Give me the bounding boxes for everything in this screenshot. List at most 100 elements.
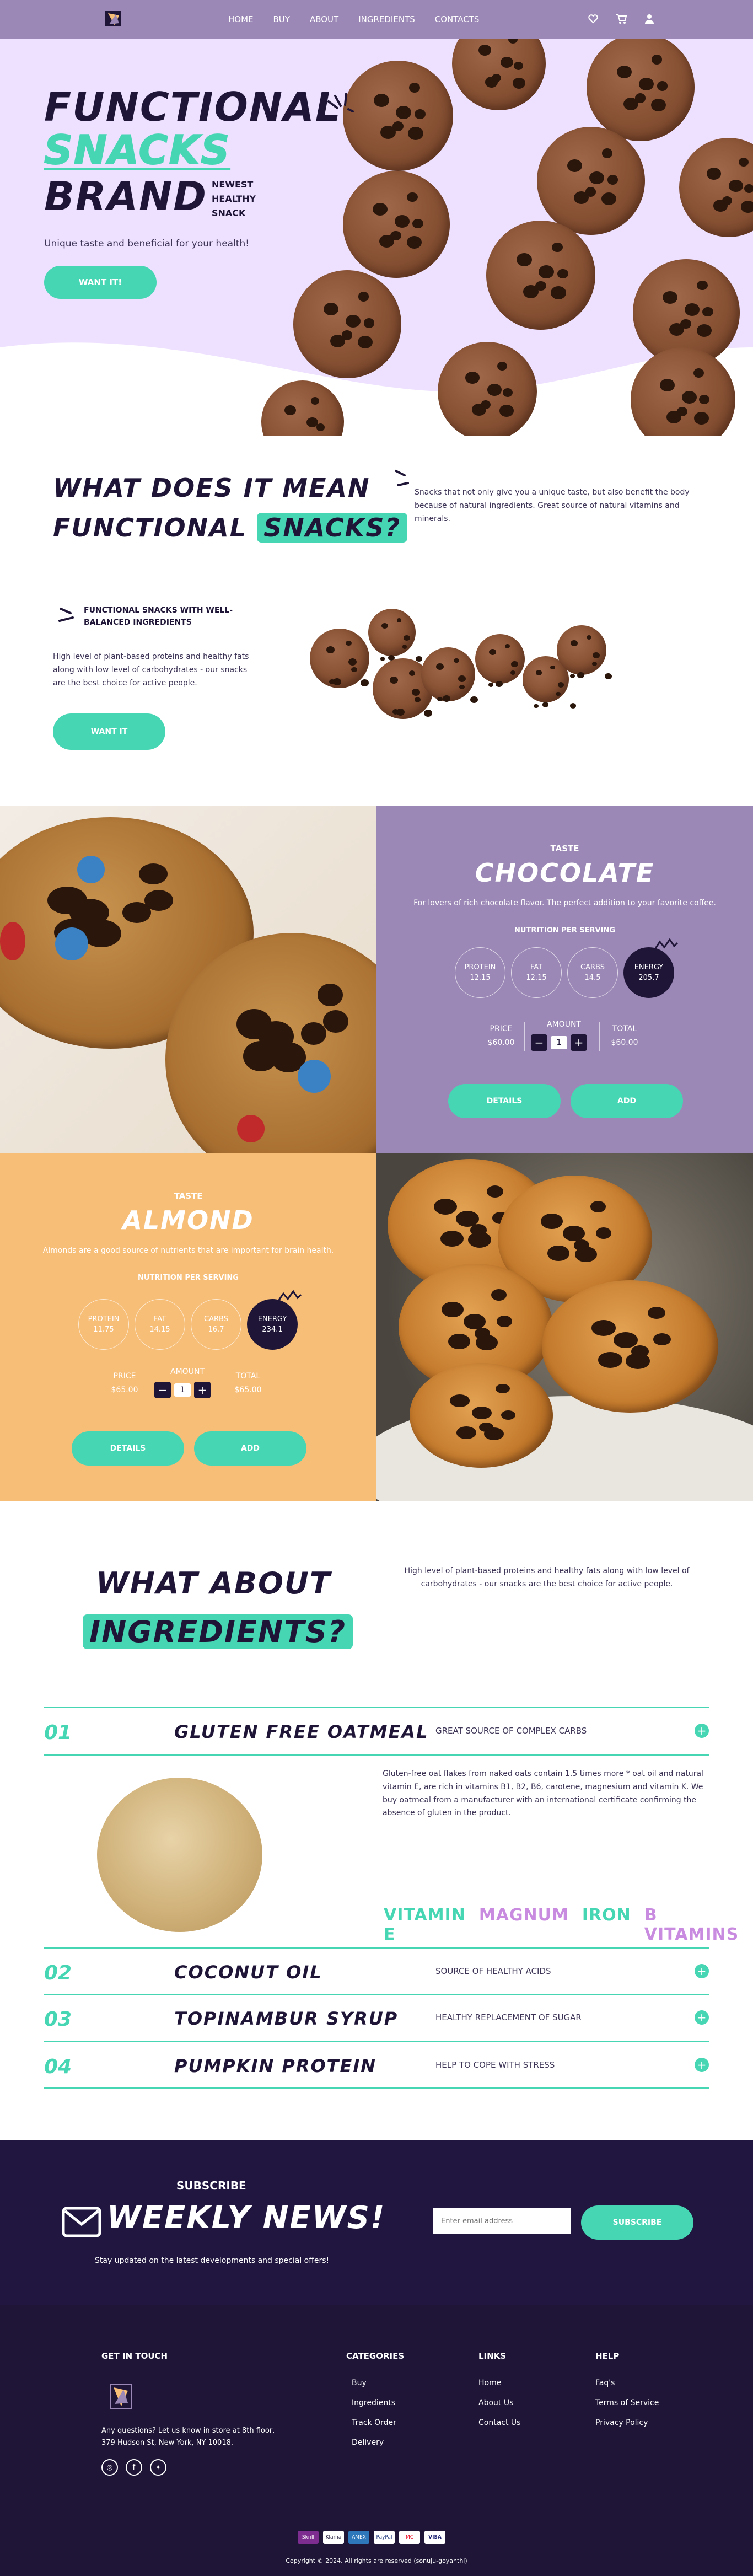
cookie-image (537, 127, 645, 235)
twitter-icon[interactable]: ✦ (150, 2459, 166, 2476)
plus-button[interactable]: + (571, 1034, 587, 1051)
footer-link[interactable]: Faq's (595, 2373, 659, 2393)
nav-home[interactable]: HOME (228, 14, 254, 24)
footer-link[interactable]: Home (478, 2373, 520, 2393)
vitamin-tags: VITAMIN E MAGNUM IRON B VITAMINS (384, 1906, 739, 1944)
cookie-image (343, 61, 453, 171)
vitamin-tag: B VITAMINS (644, 1906, 739, 1944)
nutrition-title: NUTRITION PER SERVING (138, 1274, 239, 1282)
sparkle-icon (327, 93, 354, 112)
cookie-image (486, 221, 595, 330)
ingredient-desc: SOURCE OF HEALTHY ACIDS (435, 1966, 551, 1976)
ingredient-name: TOPINAMBUR SYRUP (174, 2008, 399, 2029)
nutrient-protein: PROTEIN 11.75 (78, 1299, 129, 1350)
plus-icon[interactable]: + (695, 1964, 709, 1978)
social-icons: ◎ f ✦ (101, 2459, 166, 2476)
divider (524, 1022, 525, 1051)
cookie-image (475, 634, 525, 684)
add-to-cart-button[interactable]: ADD (194, 1431, 306, 1466)
details-button[interactable]: DETAILS (72, 1431, 184, 1466)
nav-ingredients[interactable]: INGREDIENTS (358, 14, 415, 24)
nutrient-energy: ENERGY 234.1 (247, 1299, 298, 1350)
nutrition-title: NUTRITION PER SERVING (514, 926, 615, 935)
footer-link[interactable]: Privacy Policy (595, 2413, 659, 2433)
ingredients-title-line1: WHAT ABOUT (96, 1566, 331, 1601)
ingredient-name: GLUTEN FREE OATMEAL (174, 1721, 429, 1742)
ingredient-name: COCONUT OIL (174, 1962, 322, 1983)
hero-cta-button[interactable]: WANT IT! (44, 266, 157, 299)
product-photo (376, 1153, 753, 1501)
email-input[interactable] (433, 2208, 571, 2234)
add-to-cart-button[interactable]: ADD (571, 1084, 683, 1118)
brand-logo[interactable] (103, 8, 126, 30)
user-icon[interactable] (644, 13, 655, 24)
meaning-title-line1: WHAT DOES IT MEAN (53, 473, 370, 503)
instagram-icon[interactable]: ◎ (101, 2459, 118, 2476)
footer-link[interactable]: Contact Us (478, 2413, 520, 2433)
price-block: PRICE $65.00 (111, 1372, 138, 1395)
product-card: TASTE ALMOND Almonds are a good source o… (0, 1153, 376, 1501)
subscribe-button[interactable]: SUBSCRIBE (581, 2205, 693, 2240)
facebook-icon[interactable]: f (126, 2459, 142, 2476)
klarna-icon: Klarna (323, 2531, 344, 2544)
ingredient-row[interactable]: 02 COCONUT OIL SOURCE OF HEALTHY ACIDS + (44, 1947, 709, 1995)
nav-about[interactable]: ABOUT (310, 14, 338, 24)
footer-link[interactable]: Terms of Service (595, 2393, 659, 2413)
product-card: TASTE CHOCOLATE For lovers of rich choco… (376, 806, 753, 1153)
tagline-1: NEWEST (212, 179, 254, 190)
plus-button[interactable]: + (194, 1382, 211, 1398)
oatmeal-image (97, 1778, 262, 1932)
meaning-title-line2: FUNCTIONAL SNACKS? (53, 508, 408, 548)
footer-link[interactable]: About Us (478, 2393, 520, 2413)
mail-icon (62, 2207, 101, 2237)
footer-link[interactable]: Delivery (352, 2433, 396, 2452)
feature-heading: FUNCTIONAL SNACKS WITH WELL-BALANCED ING… (84, 606, 233, 627)
minus-button[interactable]: − (154, 1382, 171, 1398)
ingredient-row[interactable]: 01 GLUTEN FREE OATMEAL GREAT SOURCE OF C… (44, 1707, 709, 1754)
ingredient-desc: HEALTHY REPLACEMENT OF SUGAR (435, 2012, 582, 2022)
plus-icon[interactable]: + (695, 2058, 709, 2072)
minus-button[interactable]: − (531, 1034, 547, 1051)
ingredients-title-line2: INGREDIENTS? (83, 1609, 353, 1655)
nutrient-fat: FAT 14.15 (135, 1299, 185, 1350)
cart-icon[interactable] (615, 13, 627, 24)
amount-value[interactable]: 1 (174, 1383, 191, 1397)
mastercard-icon: MC (399, 2531, 420, 2544)
footer-link[interactable]: Track Order (352, 2413, 396, 2433)
details-button[interactable]: DETAILS (448, 1084, 561, 1118)
product-photo (0, 806, 376, 1153)
subscribe-section: SUBSCRIBE WEEKLY NEWS! Stay updated on t… (0, 2140, 753, 2305)
contact-text: Any questions? Let us know in store at 8… (101, 2427, 275, 2448)
skrill-icon: Skrill (298, 2531, 319, 2544)
meaning-cta-button[interactable]: WANT IT (53, 713, 165, 750)
heart-icon[interactable] (588, 13, 599, 24)
amount-value[interactable]: 1 (551, 1036, 567, 1049)
paypal-icon: PayPal (374, 2531, 395, 2544)
ingredient-detail-text: Gluten-free oat flakes from naked oats c… (383, 1769, 703, 1818)
top-navbar: HOME BUY ABOUT INGREDIENTS CONTACTS (0, 0, 753, 39)
subscribe-title: WEEKLY NEWS! (107, 2200, 386, 2236)
cookie-image (293, 270, 401, 378)
hero-subtitle: Unique taste and beneficial for your hea… (44, 238, 250, 249)
subscribe-label: SUBSCRIBE (176, 2179, 246, 2192)
footer-link[interactable]: Ingredients (352, 2393, 396, 2413)
ingredient-row[interactable]: 04 PUMPKIN PROTEIN HELP TO COPE WITH STR… (44, 2041, 709, 2089)
links-list: Home About Us Contact Us (478, 2373, 520, 2433)
sparkle-icon (654, 938, 679, 949)
nav-contacts[interactable]: CONTACTS (435, 14, 480, 24)
nutrient-carbs: CARBS 14.5 (567, 947, 618, 998)
hero-title-line2: SNACKS (44, 127, 231, 173)
plus-icon[interactable]: + (695, 1724, 709, 1738)
meaning-title-word: FUNCTIONAL (53, 513, 248, 543)
amount-stepper: − 1 + (531, 1034, 587, 1051)
footer-logo (108, 2382, 133, 2413)
ingredient-row[interactable]: 03 TOPINAMBUR SYRUP HEALTHY REPLACEMENT … (44, 1994, 709, 2041)
nutrient-energy: ENERGY 205.7 (623, 947, 674, 998)
nav-buy[interactable]: BUY (273, 14, 290, 24)
footer-link[interactable]: Buy (352, 2373, 396, 2393)
plus-icon[interactable]: + (695, 2010, 709, 2025)
main-menu: HOME BUY ABOUT INGREDIENTS CONTACTS (228, 14, 479, 24)
ingredient-name: PUMPKIN PROTEIN (174, 2056, 377, 2076)
taste-label: TASTE (550, 844, 579, 854)
divider (599, 1022, 600, 1051)
